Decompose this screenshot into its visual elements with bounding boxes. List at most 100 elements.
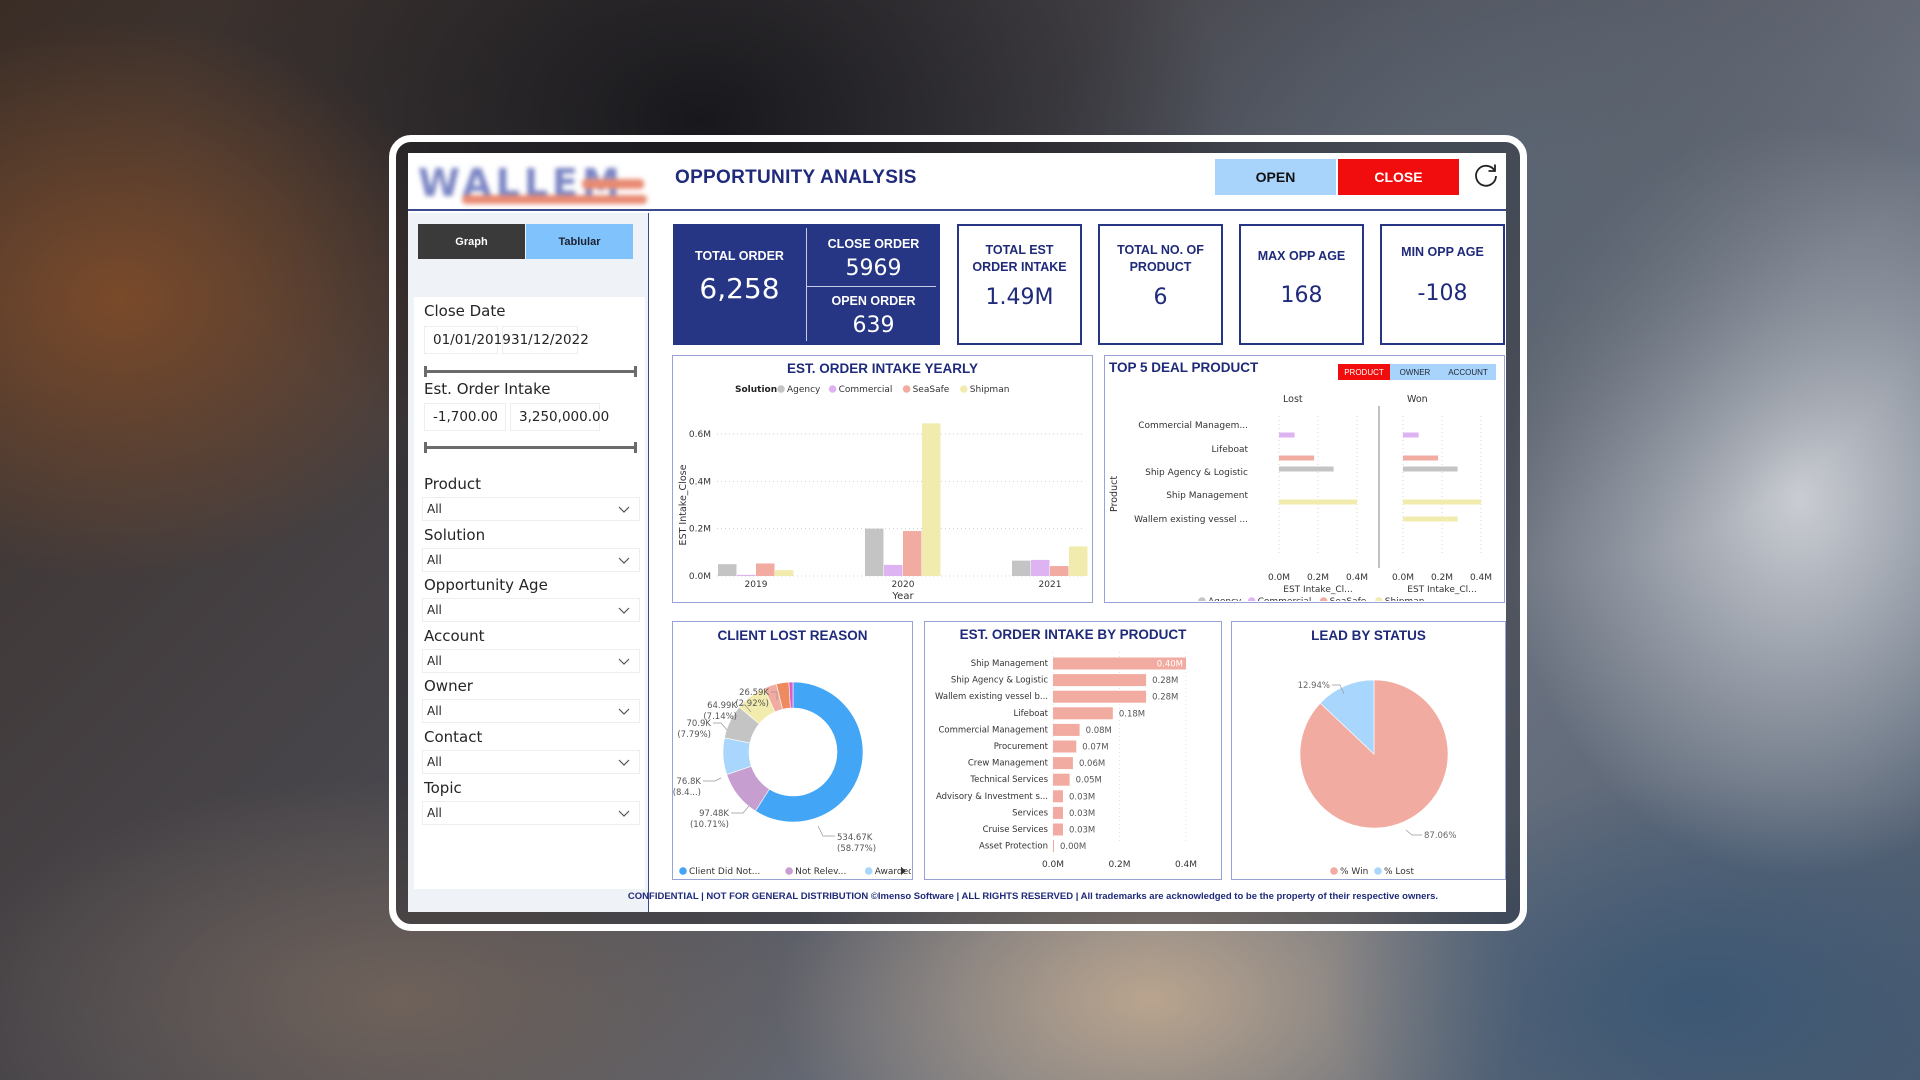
refresh-icon-svg (1475, 164, 1497, 187)
legend-label: Agency (1208, 597, 1242, 601)
data-label: 0.03M (1069, 792, 1095, 802)
page-title: OPPORTUNITY ANALYSIS (675, 167, 917, 188)
kpi-label: TOTAL NO. OF PRODUCT (1100, 242, 1221, 276)
top5-bar-chart: Product Commercial Managem... Lifeboat Ship… (1109, 394, 1492, 601)
logo-underline (462, 195, 647, 204)
data-label: 0.08M (1086, 726, 1112, 736)
refresh-icon[interactable] (1471, 161, 1501, 191)
y-tick-label: 0.2M (689, 525, 711, 535)
slider-track (424, 446, 637, 449)
category-label: Ship Agency & Logistic (1145, 468, 1248, 478)
close-date-label: Close Date (424, 302, 506, 320)
kpi-label: TOTAL EST ORDER INTAKE (959, 242, 1080, 276)
data-label: 0.18M (1119, 709, 1145, 719)
close-date-start-input[interactable]: 01/01/2019 (424, 326, 511, 354)
bar-5 (1053, 740, 1077, 753)
bar-commercial-2021 (1031, 559, 1050, 576)
bar-lost-agency (1279, 466, 1334, 472)
slider-handle-min[interactable] (424, 442, 427, 453)
legend-swatch (1198, 597, 1206, 601)
order-intake-by-product-card: EST. ORDER INTAKE BY PRODUCT 0.0M 0.2M 0.4… (924, 621, 1222, 880)
filter-dropdown-topic[interactable]: All (422, 801, 640, 825)
chevron-down-icon (617, 603, 631, 617)
bar-8 (1053, 790, 1063, 803)
order-intake-max-input[interactable]: 3,250,000.00 (510, 403, 609, 431)
kpi-value: -108 (1417, 281, 1468, 306)
panel-title: Lost (1283, 394, 1303, 405)
chart-title: EST. ORDER INTAKE YEARLY (786, 361, 979, 376)
filter-dropdown-product[interactable]: All (422, 497, 640, 521)
slider-track (424, 370, 637, 373)
close-button[interactable]: CLOSE (1338, 159, 1459, 195)
kpi-value: 6 (1153, 285, 1168, 310)
y-axis-label: Product (1109, 476, 1120, 512)
legend-label: Shipman (1385, 597, 1425, 601)
kpi-min-opp-age: MIN OPP AGE -108 (1380, 224, 1505, 345)
category-label: Ship Management (1166, 491, 1248, 501)
legend-swatch (864, 867, 873, 875)
x-tick-label: 0.2M (1431, 573, 1453, 583)
category-label: Advisory & Investment s... (936, 792, 1048, 802)
close-date-slider[interactable] (424, 366, 637, 377)
x-tick-label: 0.4M (1346, 573, 1368, 583)
slice-percent-label: (8.4...) (673, 788, 701, 798)
open-order-value: 639 (852, 313, 895, 338)
y-tick-label: 0.0M (689, 572, 711, 582)
tabular-view-button[interactable]: Tablular (526, 224, 633, 259)
open-button[interactable]: OPEN (1215, 159, 1336, 195)
data-label: 0.28M (1152, 676, 1178, 686)
category-label: Crew Management (968, 759, 1049, 769)
order-intake-slider[interactable] (424, 442, 637, 453)
bar-seasafe-2020 (903, 531, 922, 576)
chart-title: EST. ORDER INTAKE BY PRODUCT (959, 627, 1187, 642)
category-label: Procurement (994, 742, 1049, 752)
dashboard: WALLEM OPPORTUNITY ANALYSIS OPEN CLOSE G… (408, 153, 1506, 912)
legend-title: Solution (735, 385, 777, 395)
kpi-max-opp-age: MAX OPP AGE 168 (1239, 224, 1364, 345)
category-label: Lifeboat (1014, 709, 1049, 719)
slider-handle-max[interactable] (634, 366, 637, 377)
close-order-value: 5969 (845, 256, 902, 281)
filter-dropdown-contact[interactable]: All (422, 750, 640, 774)
legend-swatch (1330, 867, 1338, 875)
legend-label: Client Did Not... (689, 867, 760, 877)
total-order-label: TOTAL ORDER (695, 249, 784, 263)
order-intake-min-input[interactable]: -1,700.00 (424, 403, 506, 431)
close-date-end-input[interactable]: 31/12/2022 (502, 326, 589, 354)
bar-seasafe-2019 (756, 563, 775, 576)
legend-label: Shipman (970, 385, 1010, 395)
filter-label-product: Product (424, 475, 481, 493)
category-label: Wallem existing vessel ... (1134, 515, 1248, 525)
category-label: Commercial Managem... (1138, 421, 1248, 431)
legend-swatch (785, 867, 793, 875)
legend-swatch (777, 385, 785, 393)
legend-label: Commercial (839, 385, 893, 395)
dropdown-value: All (427, 755, 442, 769)
filter-dropdown-account[interactable]: All (422, 649, 640, 673)
legend-label: % Win (1340, 867, 1368, 877)
slice-value-label: 64.99K (707, 701, 737, 711)
filter-label-contact: Contact (424, 728, 483, 746)
data-label: 0.40M (1157, 660, 1183, 670)
graph-view-button[interactable]: Graph (418, 224, 525, 259)
open-order-label: OPEN ORDER (831, 294, 916, 308)
slider-handle-min[interactable] (424, 366, 427, 377)
legend-label: SeaSafe (913, 385, 950, 395)
filter-label-owner: Owner (424, 677, 473, 695)
bar-10 (1053, 823, 1063, 836)
data-label: 0.00M (1060, 842, 1086, 852)
slider-handle-max[interactable] (634, 442, 637, 453)
bar-lost-seasafe (1279, 455, 1315, 461)
leader-line (817, 825, 835, 837)
kpi-label: MIN OPP AGE (1401, 245, 1484, 259)
bar-won-shipman (1403, 499, 1481, 505)
bar-shipman-2019 (775, 570, 794, 576)
filter-dropdown-opportunity-age[interactable]: All (422, 598, 640, 622)
filter-dropdown-owner[interactable]: All (422, 699, 640, 723)
y-tick-label: 0.4M (689, 477, 711, 487)
bar-11 (1053, 840, 1054, 853)
bar-won-agency (1403, 466, 1458, 472)
filter-dropdown-solution[interactable]: All (422, 548, 640, 572)
x-axis-label: EST Intake_Cl... (1407, 585, 1476, 595)
footer-disclaimer: CONFIDENTIAL | NOT FOR GENERAL DISTRIBUT… (627, 891, 1439, 902)
